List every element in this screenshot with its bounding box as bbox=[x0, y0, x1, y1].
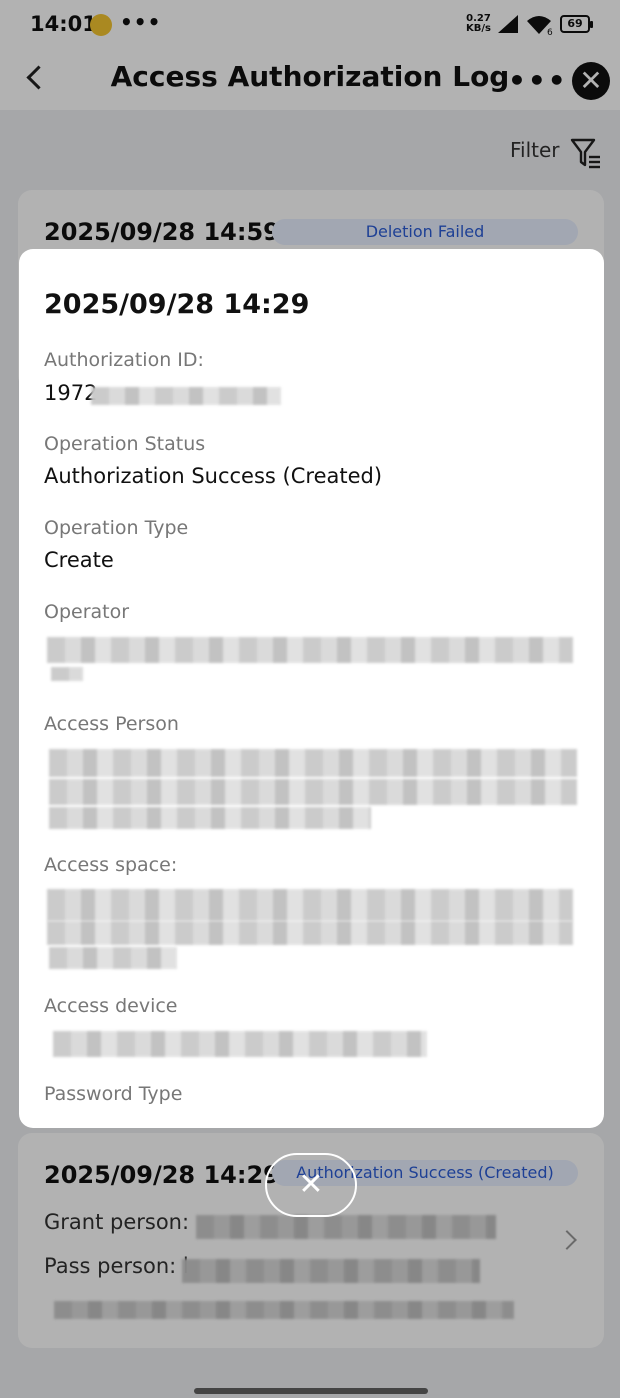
operation-type-label: Operation Type bbox=[44, 517, 189, 539]
authorization-id-label: Authorization ID: bbox=[44, 349, 204, 371]
home-indicator[interactable] bbox=[194, 1388, 428, 1394]
access-space-label: Access space: bbox=[44, 854, 178, 876]
redacted-value bbox=[49, 807, 371, 829]
access-person-label: Access Person bbox=[44, 713, 179, 735]
redacted-value bbox=[47, 921, 573, 945]
operation-status-label: Operation Status bbox=[44, 433, 206, 455]
detail-dialog: 2025/09/28 14:29 Authorization ID: 1972 … bbox=[19, 249, 604, 1128]
detail-date: 2025/09/28 14:29 bbox=[44, 289, 310, 320]
redacted-value bbox=[49, 749, 577, 777]
operation-status-value: Authorization Success (Created) bbox=[44, 464, 383, 488]
redacted-value bbox=[51, 667, 83, 681]
close-dialog-button[interactable]: ✕ bbox=[265, 1153, 357, 1217]
redacted-value bbox=[91, 387, 281, 405]
authorization-id-value: 1972 bbox=[44, 381, 98, 405]
password-type-label: Password Type bbox=[44, 1083, 183, 1105]
operator-label: Operator bbox=[44, 601, 130, 623]
redacted-value bbox=[47, 637, 573, 663]
redacted-value bbox=[53, 1031, 427, 1057]
operation-type-value: Create bbox=[44, 548, 114, 572]
redacted-value bbox=[47, 889, 573, 921]
redacted-value bbox=[49, 779, 577, 805]
access-device-label: Access device bbox=[44, 995, 178, 1017]
redacted-value bbox=[49, 947, 177, 969]
